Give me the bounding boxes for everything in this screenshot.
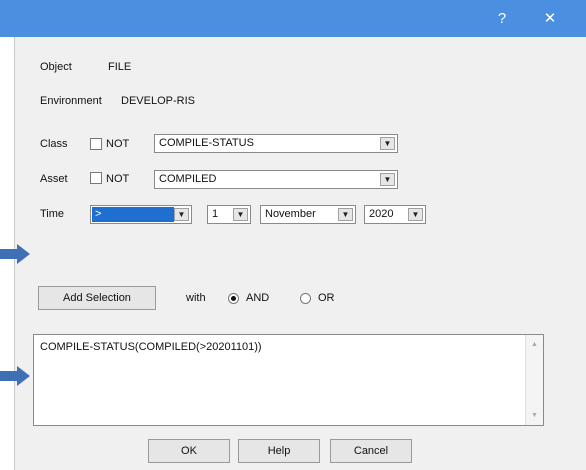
time-day-value: 1 bbox=[212, 208, 219, 220]
class-not-label: NOT bbox=[106, 138, 130, 150]
chevron-down-icon[interactable]: ▼ bbox=[380, 173, 395, 186]
time-month-value: November bbox=[265, 208, 316, 220]
time-operator-select[interactable]: > ▼ bbox=[90, 205, 192, 224]
environment-value: DEVELOP-RIS bbox=[121, 95, 195, 107]
cancel-button[interactable]: Cancel bbox=[330, 439, 412, 463]
class-not-checkbox[interactable] bbox=[90, 138, 102, 150]
expression-textarea[interactable]: COMPILE-STATUS(COMPILED(>20201101)) ▲ ▼ bbox=[33, 334, 544, 426]
asset-select-value: COMPILED bbox=[159, 173, 217, 185]
time-year-select[interactable]: 2020 ▼ bbox=[364, 205, 426, 224]
asset-not-checkbox[interactable] bbox=[90, 172, 102, 184]
class-label: Class bbox=[40, 138, 68, 150]
with-label: with bbox=[186, 292, 206, 304]
object-label: Object bbox=[40, 61, 72, 73]
asset-label: Asset bbox=[40, 173, 68, 185]
scroll-down-icon[interactable]: ▼ bbox=[531, 412, 538, 419]
help-title-button[interactable]: ? bbox=[480, 0, 524, 37]
environment-label: Environment bbox=[40, 95, 102, 107]
vertical-scrollbar[interactable]: ▲ ▼ bbox=[525, 335, 543, 425]
close-button[interactable]: ✕ bbox=[528, 0, 572, 37]
close-icon: ✕ bbox=[543, 10, 557, 27]
time-year-value: 2020 bbox=[369, 208, 394, 220]
scroll-up-icon[interactable]: ▲ bbox=[531, 341, 538, 348]
add-selection-button[interactable]: Add Selection bbox=[38, 286, 156, 310]
arrow-right-icon bbox=[0, 366, 30, 386]
or-label: OR bbox=[318, 292, 335, 304]
or-radio[interactable] bbox=[300, 293, 311, 304]
chevron-down-icon[interactable]: ▼ bbox=[233, 208, 248, 221]
arrow-right-icon bbox=[0, 244, 30, 264]
expression-text: COMPILE-STATUS(COMPILED(>20201101)) bbox=[40, 341, 262, 353]
time-operator-value: > bbox=[95, 208, 102, 220]
asset-not-label: NOT bbox=[106, 173, 130, 185]
chevron-down-icon[interactable]: ▼ bbox=[338, 208, 353, 221]
question-icon: ? bbox=[497, 10, 507, 27]
ok-button[interactable]: OK bbox=[148, 439, 230, 463]
and-radio[interactable] bbox=[228, 293, 239, 304]
class-select[interactable]: COMPILE-STATUS ▼ bbox=[154, 134, 398, 153]
and-label: AND bbox=[246, 292, 270, 304]
chevron-down-icon[interactable]: ▼ bbox=[380, 137, 395, 150]
class-select-value: COMPILE-STATUS bbox=[159, 137, 254, 149]
asset-select[interactable]: COMPILED ▼ bbox=[154, 170, 398, 189]
time-label: Time bbox=[40, 208, 65, 220]
chevron-down-icon[interactable]: ▼ bbox=[408, 208, 423, 221]
help-button[interactable]: Help bbox=[238, 439, 320, 463]
time-day-select[interactable]: 1 ▼ bbox=[207, 205, 251, 224]
object-value: FILE bbox=[108, 61, 132, 73]
time-month-select[interactable]: November ▼ bbox=[260, 205, 356, 224]
title-bar: ? ✕ bbox=[0, 0, 586, 37]
chevron-down-icon[interactable]: ▼ bbox=[174, 208, 189, 221]
